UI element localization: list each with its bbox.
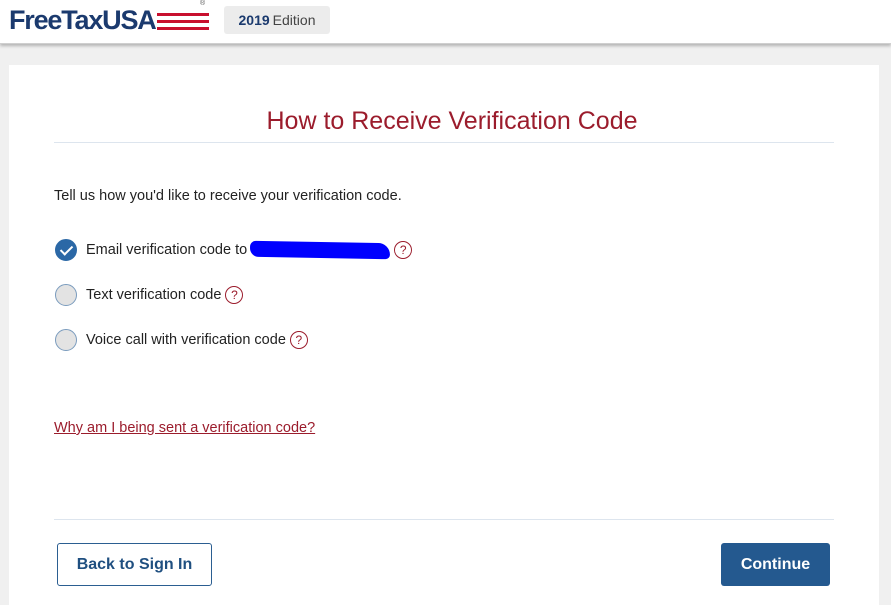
content-card: How to Receive Verification Code Tell us…	[9, 65, 879, 605]
option-email[interactable]: Email verification code to ?	[55, 238, 413, 262]
text-radio[interactable]	[55, 284, 77, 306]
registered-mark: ®	[200, 0, 206, 7]
email-radio[interactable]	[55, 239, 77, 261]
top-header: FreeTaxUSA ® 2019 Edition	[0, 0, 891, 44]
email-option-label: Email verification code to	[86, 242, 248, 258]
why-verification-link[interactable]: Why am I being sent a verification code?	[54, 420, 315, 436]
question-circle-icon[interactable]: ?	[225, 286, 244, 304]
option-voice[interactable]: Voice call with verification code ?	[55, 328, 308, 352]
freetaxusa-logo[interactable]: FreeTaxUSA	[9, 3, 209, 37]
title-divider	[54, 142, 834, 143]
back-to-sign-in-button[interactable]: Back to Sign In	[57, 543, 212, 586]
edition-year: 2019	[238, 12, 270, 28]
logo-text: FreeTaxUSA	[9, 4, 157, 35]
text-option-label: Text verification code	[86, 287, 222, 303]
edition-badge: 2019 Edition	[224, 6, 330, 34]
question-circle-icon[interactable]: ?	[289, 331, 308, 349]
option-text[interactable]: Text verification code ?	[55, 283, 244, 307]
intro-text: Tell us how you'd like to receive your v…	[54, 188, 402, 204]
voice-option-label: Voice call with verification code	[86, 332, 286, 348]
question-circle-icon[interactable]: ?	[394, 241, 413, 259]
page-title: How to Receive Verification Code	[266, 107, 638, 135]
edition-label: Edition	[272, 12, 316, 28]
bottom-divider	[54, 519, 834, 520]
continue-button[interactable]: Continue	[721, 543, 830, 586]
voice-radio[interactable]	[55, 329, 77, 351]
flag-stripes-icon	[156, 11, 209, 33]
redacted-email	[250, 240, 391, 260]
